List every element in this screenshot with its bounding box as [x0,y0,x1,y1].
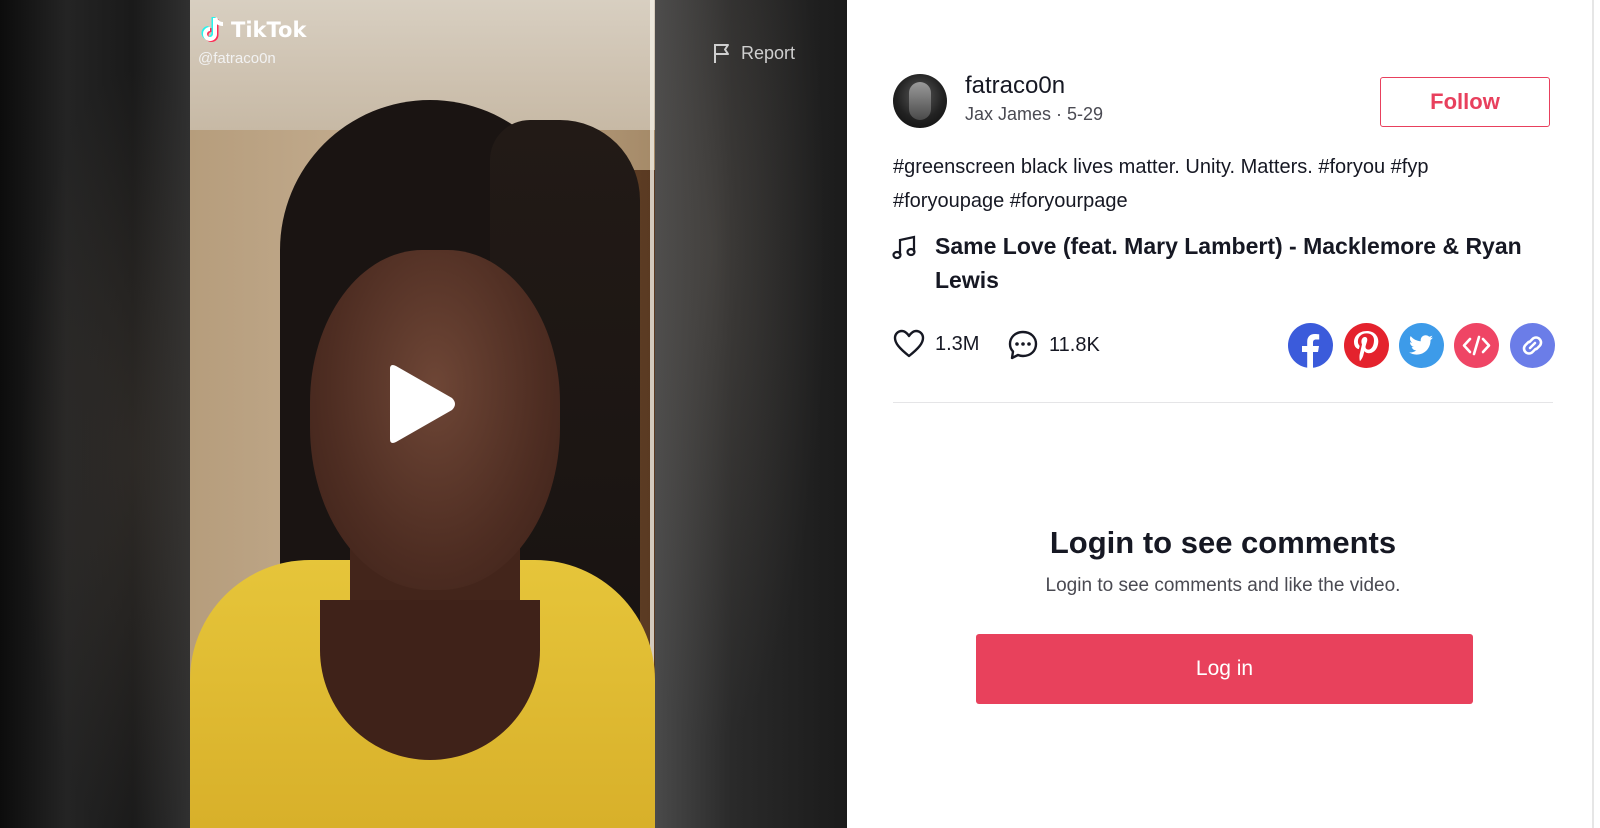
pinterest-icon [1354,331,1379,362]
twitter-icon [1409,335,1433,355]
share-facebook-button[interactable] [1288,323,1333,368]
hashtag-link[interactable]: #greenscreen [893,156,1015,178]
flag-icon [714,44,729,63]
share-twitter-button[interactable] [1399,323,1444,368]
facebook-icon [1302,334,1320,368]
divider [893,402,1553,403]
follow-button[interactable]: Follow [1380,77,1550,127]
avatar[interactable] [893,74,947,128]
comment-count: 11.8K [1049,333,1100,356]
author-subline: Jax James · 5-29 [965,104,1104,124]
login-prompt-title: Login to see comments [1049,525,1397,560]
report-button[interactable]: Report [713,42,795,64]
share-embed-button[interactable] [1454,323,1499,368]
login-prompt-subtitle: Login to see comments and like the video… [1045,575,1401,596]
tiktok-wordmark: TikTok [231,18,307,42]
tiktok-logo: TikTok [201,16,306,44]
video-caption: #greenscreen black lives matter. Unity. … [893,150,1553,218]
caption-text: black lives matter. Unity. Matters. [1015,156,1319,178]
hashtag-link[interactable]: #foryou [1318,156,1385,178]
report-label: Report [741,42,796,63]
hashtag-link[interactable]: #foryoupage [893,190,1004,212]
login-button[interactable]: Log in [976,634,1473,704]
hashtag-link[interactable]: #fyp [1391,156,1429,178]
video-pane: TikTok @fatraco0n Report [0,0,847,828]
comment-bubble-icon [1008,330,1038,360]
copy-link-button[interactable] [1510,323,1555,368]
embed-code-icon [1462,335,1491,356]
author-username[interactable]: fatraco0n [965,72,1065,100]
panel-edge [1592,0,1594,828]
video-blur-background-left [0,0,190,828]
tiktok-note-icon [201,17,224,42]
like-button[interactable]: 1.3M [893,329,979,359]
play-icon[interactable] [382,363,458,445]
like-count: 1.3M [935,332,980,355]
music-title-link[interactable]: Same Love (feat. Mary Lambert) - Macklem… [935,229,1545,297]
hashtag-link[interactable]: #foryourpage [1010,190,1128,212]
share-pinterest-button[interactable] [1344,323,1389,368]
link-icon [1522,336,1543,355]
video-handle-watermark: @fatraco0n [198,50,276,67]
heart-icon [893,329,925,358]
comment-button[interactable]: 11.8K [1007,329,1100,361]
music-note-icon [892,235,916,260]
video-blur-background-right [655,0,847,828]
